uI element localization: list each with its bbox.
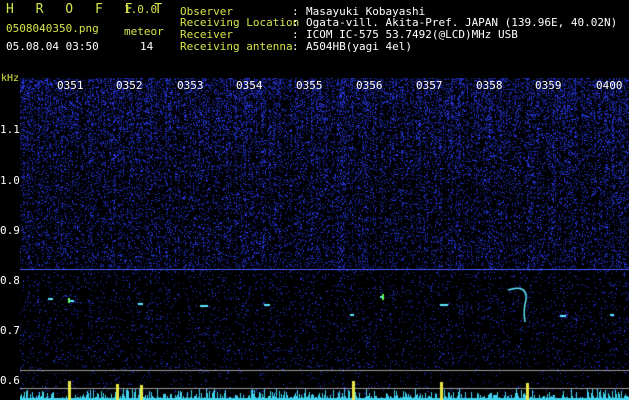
x-tick-label: 0358 (476, 79, 503, 92)
antenna-value: A504HB(yagi 4el) (306, 40, 412, 53)
app-version: 1.0.0 (124, 3, 158, 16)
y-tick-label: 0.7 (0, 324, 20, 337)
x-tick-label: 0359 (535, 79, 562, 92)
y-axis-unit: kHz (1, 73, 20, 84)
y-tick-label: 0.9 (0, 224, 20, 237)
x-tick-label: 0352 (116, 79, 143, 92)
y-tick-label: 0.8 (0, 274, 20, 287)
antenna-sep: : (292, 40, 299, 53)
x-tick-label: 0356 (356, 79, 383, 92)
y-tick-label: 0.6 (0, 374, 20, 387)
meteor-count: 14 (140, 40, 154, 53)
meteor-label: meteor (124, 25, 164, 38)
date-time: 05.08.04 03:50 (6, 40, 99, 53)
x-tick-label: 0357 (416, 79, 443, 92)
spectrogram (20, 78, 629, 400)
file-name: 0508040350.png (6, 22, 99, 35)
x-tick-label: 0351 (57, 79, 84, 92)
x-tick-label: 0353 (177, 79, 204, 92)
antenna-label: Receiving antenna (180, 40, 293, 53)
x-tick-label: 0354 (236, 79, 263, 92)
y-tick-label: 1.1 (0, 123, 20, 136)
y-tick-label: 1.0 (0, 174, 20, 187)
x-tick-label: 0355 (296, 79, 323, 92)
x-tick-label: 0400 (596, 79, 623, 92)
